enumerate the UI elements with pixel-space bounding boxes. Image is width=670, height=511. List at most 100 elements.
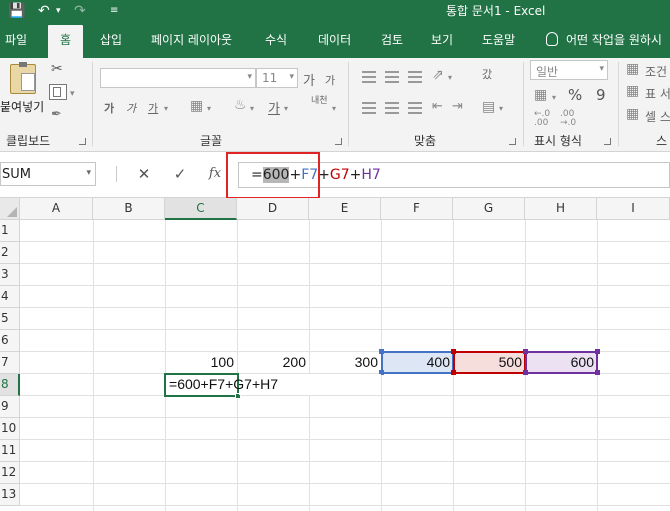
decrease-indent-icon[interactable]: ⇤ xyxy=(432,100,443,114)
align-center-icon[interactable] xyxy=(385,102,399,114)
align-left-icon[interactable] xyxy=(362,102,376,114)
bold-button[interactable]: 가 xyxy=(104,100,114,116)
row-header-1[interactable]: 1 xyxy=(0,220,20,242)
cell-edit-text[interactable]: =600+F7+G7+H7 xyxy=(169,374,278,394)
column-header-b[interactable]: B xyxy=(93,198,165,220)
conditional-format-icon[interactable]: ▦ xyxy=(626,62,639,76)
column-header-h[interactable]: H xyxy=(525,198,597,220)
percent-style-button[interactable]: % xyxy=(568,86,582,104)
conditional-format-button[interactable]: 조건 xyxy=(645,63,667,80)
tab-data[interactable]: 데이터 xyxy=(318,30,351,50)
enter-icon[interactable]: ✓ xyxy=(167,164,193,184)
tab-insert[interactable]: 삽입 xyxy=(100,30,122,50)
align-middle-icon[interactable] xyxy=(385,71,399,83)
row-header-10[interactable]: 10 xyxy=(0,418,20,440)
shrink-font-button[interactable]: 가 xyxy=(325,72,335,88)
column-header-i[interactable]: I xyxy=(597,198,670,220)
copy-dropdown-icon[interactable]: ▾ xyxy=(70,87,75,101)
font-size-combo[interactable]: 11 ▾ xyxy=(256,68,298,88)
copy-icon[interactable] xyxy=(49,84,67,100)
underline-button[interactable]: 가 xyxy=(148,100,158,116)
row-header-13[interactable]: 13 xyxy=(0,484,20,506)
undo-icon[interactable]: ↶ xyxy=(38,2,50,20)
column-header-f[interactable]: F xyxy=(381,198,453,220)
cell-g7[interactable]: 500 xyxy=(453,352,525,373)
number-launcher-icon[interactable] xyxy=(604,138,611,145)
font-launcher-icon[interactable] xyxy=(335,138,342,145)
tab-formulas[interactable]: 수식 xyxy=(265,30,287,50)
align-top-icon[interactable] xyxy=(362,71,376,83)
increase-indent-icon[interactable]: ⇥ xyxy=(452,100,463,114)
tab-file[interactable]: 파일 xyxy=(5,30,27,50)
merge-dropdown-icon[interactable]: ▾ xyxy=(499,102,503,116)
paste-button[interactable]: 붙여넣기 xyxy=(0,98,44,115)
row-header-7[interactable]: 7 xyxy=(0,352,20,374)
cell-d7[interactable]: 200 xyxy=(237,352,309,373)
format-as-table-button[interactable]: 표 서 xyxy=(645,85,670,102)
row-header-4[interactable]: 4 xyxy=(0,286,20,308)
alignment-launcher-icon[interactable] xyxy=(509,138,516,145)
grow-font-button[interactable]: 가 xyxy=(303,70,315,89)
row-header-2[interactable]: 2 xyxy=(0,242,20,264)
row-header-3[interactable]: 3 xyxy=(0,264,20,286)
tab-review[interactable]: 검토 xyxy=(381,30,403,50)
undo-dropdown-icon[interactable]: ▾ xyxy=(56,2,61,20)
cell-styles-button[interactable]: 셀 스 xyxy=(645,108,670,125)
underline-dropdown-icon[interactable]: ▾ xyxy=(164,102,168,116)
name-box[interactable]: SUM ▾ xyxy=(0,162,96,186)
cell-e7[interactable]: 300 xyxy=(309,352,381,373)
number-format-combo[interactable]: 일반 ▾ xyxy=(530,60,608,80)
cancel-icon[interactable]: ✕ xyxy=(131,164,157,184)
phonetic-guide-button[interactable]: 내천 xyxy=(311,96,329,106)
column-header-c[interactable]: C xyxy=(165,198,237,220)
column-header-a[interactable]: A xyxy=(20,198,93,220)
column-header-d[interactable]: D xyxy=(237,198,309,220)
merge-center-icon[interactable]: ▤ xyxy=(482,100,495,114)
tab-home[interactable]: 홈 xyxy=(48,25,84,58)
orientation-dropdown-icon[interactable]: ▾ xyxy=(448,71,452,85)
redo-icon[interactable]: ↷ xyxy=(74,2,86,20)
accounting-format-icon[interactable]: ▦ xyxy=(534,88,547,102)
row-header-5[interactable]: 5 xyxy=(0,308,20,330)
worksheet-grid[interactable]: A B C D E F G H I 1 2 3 4 5 6 7 8 9 10 1… xyxy=(0,198,670,511)
wrap-text-button[interactable]: 갔 xyxy=(482,66,492,82)
italic-button[interactable]: 가 xyxy=(126,100,136,116)
cell-styles-icon[interactable]: ▦ xyxy=(626,107,639,121)
tab-view[interactable]: 보기 xyxy=(431,30,453,50)
fill-color-icon[interactable]: ♨ xyxy=(234,98,247,112)
tab-page-layout[interactable]: 페이지 레이아웃 xyxy=(151,30,232,50)
insert-function-icon[interactable]: fx xyxy=(202,164,228,184)
row-header-9[interactable]: 9 xyxy=(0,396,20,418)
row-header-6[interactable]: 6 xyxy=(0,330,20,352)
tell-me-search[interactable]: 어떤 작업을 원하시 xyxy=(546,30,662,50)
row-header-12[interactable]: 12 xyxy=(0,462,20,484)
paste-icon[interactable] xyxy=(10,62,36,94)
select-all-button[interactable] xyxy=(0,198,20,220)
customize-toolbar-icon[interactable]: ≡ xyxy=(110,2,118,20)
font-color-dropdown-icon[interactable]: ▾ xyxy=(284,102,288,116)
row-header-11[interactable]: 11 xyxy=(0,440,20,462)
decrease-decimal-icon[interactable]: .00 →.0 xyxy=(560,110,576,128)
font-color-button[interactable]: 가 xyxy=(268,98,280,117)
fill-color-dropdown-icon[interactable]: ▾ xyxy=(250,102,254,116)
column-header-e[interactable]: E xyxy=(309,198,381,220)
font-name-combo[interactable]: ▾ xyxy=(100,68,256,88)
format-painter-icon[interactable]: ✒ xyxy=(51,108,62,122)
save-icon[interactable]: 💾 xyxy=(8,2,25,20)
format-as-table-icon[interactable]: ▦ xyxy=(626,84,639,98)
comma-style-button[interactable]: 9 xyxy=(596,86,606,104)
column-header-g[interactable]: G xyxy=(453,198,525,220)
row-header-8[interactable]: 8 xyxy=(0,374,20,396)
phonetic-dropdown-icon[interactable]: ▾ xyxy=(332,102,336,116)
border-icon[interactable]: ▦ xyxy=(190,99,203,113)
tab-help[interactable]: 도움말 xyxy=(482,30,515,50)
accounting-dropdown-icon[interactable]: ▾ xyxy=(552,91,556,105)
orientation-icon[interactable]: ⇗ xyxy=(432,68,444,82)
cell-h7[interactable]: 600 xyxy=(525,352,597,373)
border-dropdown-icon[interactable]: ▾ xyxy=(207,102,211,116)
cell-f7[interactable]: 400 xyxy=(381,352,453,373)
clipboard-launcher-icon[interactable] xyxy=(79,138,86,145)
align-right-icon[interactable] xyxy=(408,102,422,114)
align-bottom-icon[interactable] xyxy=(408,71,422,83)
cell-c7[interactable]: 100 xyxy=(165,352,237,373)
